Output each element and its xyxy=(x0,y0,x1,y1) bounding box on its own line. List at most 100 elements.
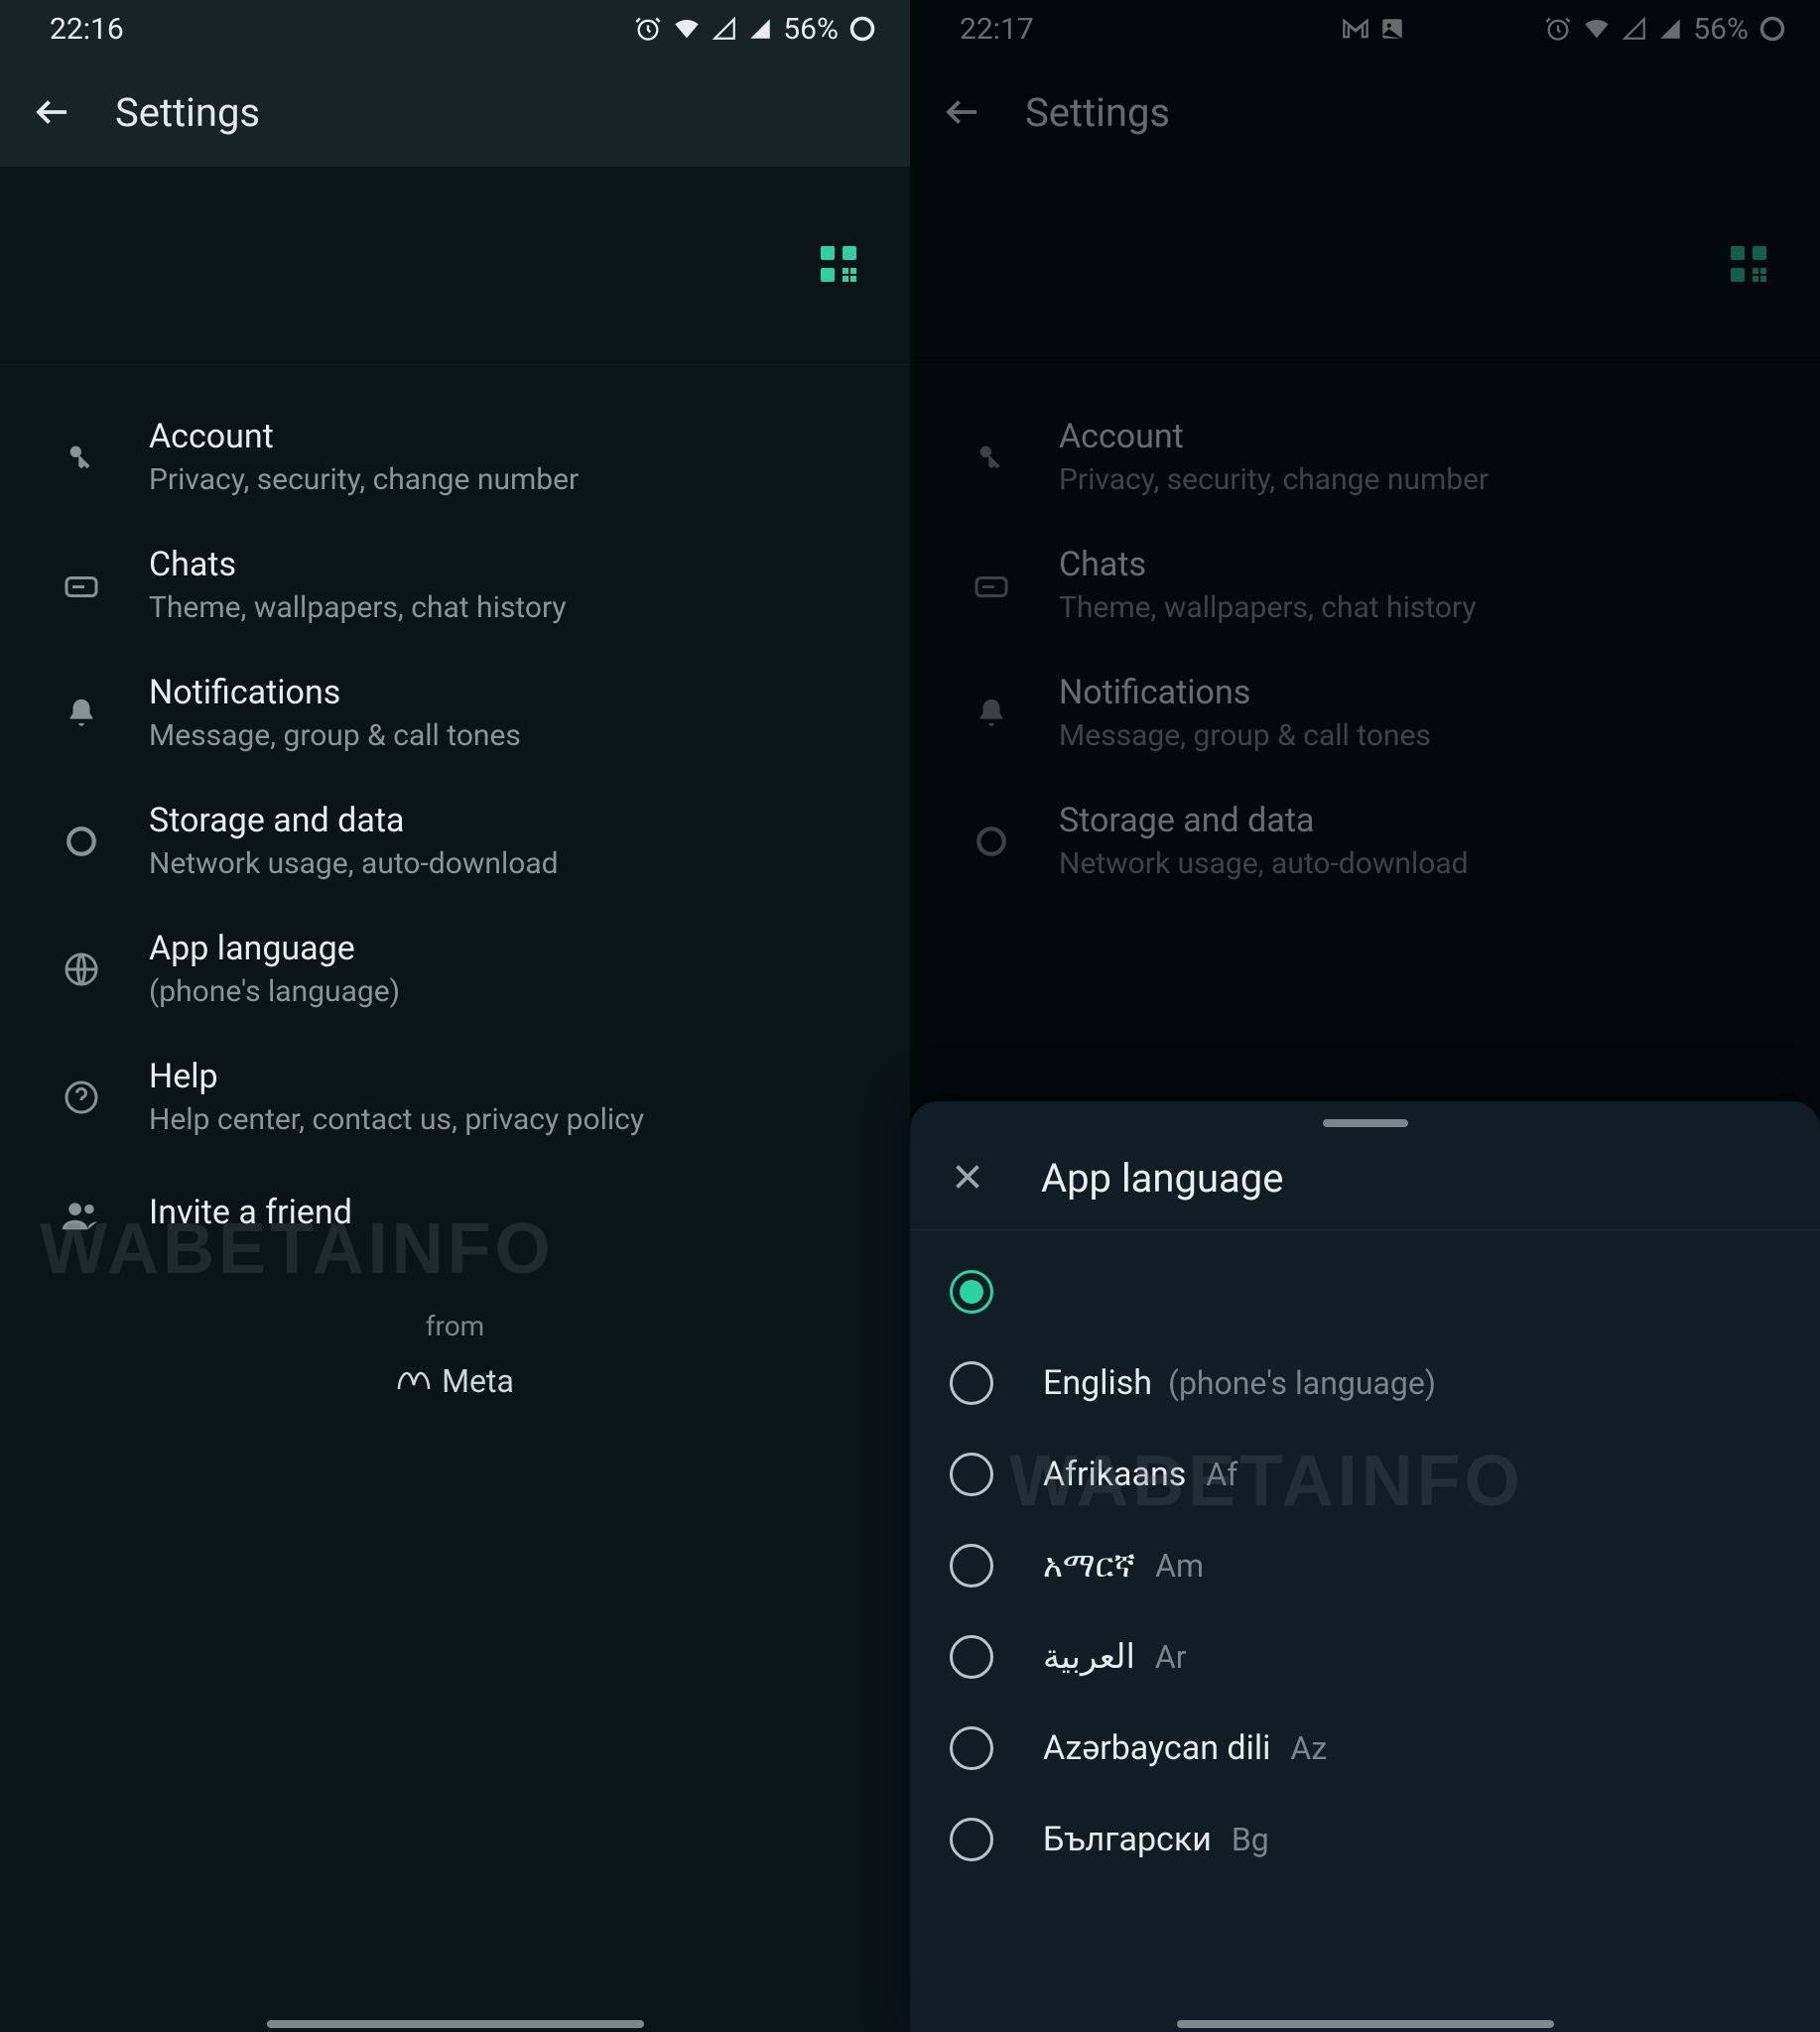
settings-item-chats[interactable]: Chats Theme, wallpapers, chat history xyxy=(0,521,910,649)
radio-icon xyxy=(950,1818,993,1861)
screenshot-right: 22:17 56% Settings Account Privacy, secur… xyxy=(910,0,1820,2032)
language-options: English (phone's language) Afrikaans Af … xyxy=(910,1230,1820,1901)
app-bar: Settings xyxy=(0,58,910,167)
qr-button[interactable] xyxy=(1725,240,1772,292)
radio-icon xyxy=(950,1726,993,1770)
settings-item-notifications[interactable]: NotificationsMessage, group & call tones xyxy=(910,649,1820,777)
item-title: Notifications xyxy=(149,673,880,712)
signal-icon-2 xyxy=(747,16,773,42)
item-title: Notifications xyxy=(1059,673,1790,712)
language-option[interactable] xyxy=(910,1246,1820,1337)
meta-icon xyxy=(396,1369,432,1393)
settings-item-storage[interactable]: Storage and data Network usage, auto-dow… xyxy=(0,777,910,905)
option-label: Azərbaycan dili xyxy=(1043,1728,1270,1768)
item-sub: Message, group & call tones xyxy=(149,718,880,753)
wifi-icon xyxy=(672,15,702,43)
option-label: English xyxy=(1043,1363,1152,1403)
arrow-left-icon xyxy=(942,91,983,133)
people-icon xyxy=(63,1201,100,1230)
option-sub: Ar xyxy=(1155,1638,1187,1676)
item-title: Account xyxy=(1059,417,1790,456)
item-title: Account xyxy=(149,417,880,456)
help-icon xyxy=(64,1080,99,1115)
item-title: Help xyxy=(149,1057,880,1096)
settings-item-account[interactable]: Account Privacy, security, change number xyxy=(0,393,910,521)
image-icon xyxy=(1379,16,1405,42)
settings-item-notifications[interactable]: Notifications Message, group & call tone… xyxy=(0,649,910,777)
radio-icon xyxy=(950,1270,993,1314)
app-bar: Settings xyxy=(910,58,1820,167)
close-icon xyxy=(950,1159,985,1195)
radio-icon xyxy=(950,1635,993,1679)
option-label: Български xyxy=(1043,1820,1212,1859)
option-sub: Bg xyxy=(1232,1821,1269,1858)
nav-handle[interactable] xyxy=(1177,2020,1554,2028)
option-sub: Af xyxy=(1206,1456,1237,1493)
settings-item-help[interactable]: Help Help center, contact us, privacy po… xyxy=(0,1033,910,1161)
battery-circle-icon xyxy=(1758,15,1786,43)
status-icons: 56% xyxy=(634,12,876,47)
item-title: App language xyxy=(149,929,880,968)
language-option[interactable]: العربية Ar xyxy=(910,1611,1820,1703)
alarm-icon xyxy=(634,15,662,43)
back-button[interactable] xyxy=(940,89,985,135)
key-icon xyxy=(65,441,98,474)
footer: from Meta xyxy=(0,1310,910,1400)
chat-icon xyxy=(974,571,1009,600)
back-button[interactable] xyxy=(30,89,75,135)
language-option[interactable]: Azərbaycan dili Az xyxy=(910,1703,1820,1794)
gmail-icon xyxy=(1342,18,1369,40)
language-sheet: App language English (phone's language) … xyxy=(910,1101,1820,2032)
battery-circle-icon xyxy=(848,15,876,43)
qr-button[interactable] xyxy=(815,240,862,292)
option-sub: Az xyxy=(1290,1729,1327,1767)
alarm-icon xyxy=(1544,15,1572,43)
chat-icon xyxy=(64,571,99,600)
radio-icon xyxy=(950,1453,993,1496)
option-sub: Am xyxy=(1155,1547,1204,1585)
item-sub: Privacy, security, change number xyxy=(1059,462,1790,497)
option-label: العربية xyxy=(1043,1637,1135,1677)
language-option[interactable]: Български Bg xyxy=(910,1794,1820,1885)
signal-icon xyxy=(1622,16,1647,42)
item-sub: Theme, wallpapers, chat history xyxy=(1059,590,1790,625)
bell-icon xyxy=(65,697,98,730)
settings-item-language[interactable]: App language (phone's language) xyxy=(0,905,910,1033)
arrow-left-icon xyxy=(32,91,73,133)
item-sub: Network usage, auto-download xyxy=(1059,846,1790,881)
settings-list: Account Privacy, security, change number… xyxy=(0,365,910,1270)
settings-item-storage[interactable]: Storage and data Network usage, auto-down… xyxy=(910,777,1820,905)
footer-brand: Meta xyxy=(442,1362,514,1400)
data-icon xyxy=(65,825,98,858)
radio-icon xyxy=(950,1361,993,1405)
sheet-handle[interactable] xyxy=(1323,1119,1408,1127)
nav-handle[interactable] xyxy=(267,2020,644,2028)
settings-list: AccountPrivacy, security, change number … xyxy=(910,365,1820,905)
bell-icon xyxy=(975,697,1008,730)
language-option[interactable]: English (phone's language) xyxy=(910,1337,1820,1429)
option-label: Afrikaans xyxy=(1043,1455,1186,1494)
sheet-title: App language xyxy=(1041,1155,1283,1202)
globe-icon xyxy=(64,952,99,987)
battery-text: 56% xyxy=(1693,12,1749,47)
settings-item-account[interactable]: Account Privacy, security, change number xyxy=(910,393,1820,521)
data-icon xyxy=(975,825,1008,858)
close-button[interactable] xyxy=(950,1159,985,1199)
language-option[interactable]: አማርኛ Am xyxy=(910,1520,1820,1611)
item-sub: Network usage, auto-download xyxy=(149,846,880,881)
option-sub: (phone's language) xyxy=(1168,1364,1436,1402)
radio-icon xyxy=(950,1544,993,1588)
signal-icon xyxy=(712,16,737,42)
battery-text: 56% xyxy=(783,12,839,47)
settings-item-invite[interactable]: Invite a friend xyxy=(0,1161,910,1270)
status-bar: 22:17 56% xyxy=(910,0,1820,58)
footer-from: from xyxy=(0,1310,910,1342)
settings-item-chats[interactable]: ChatsTheme, wallpapers, chat history xyxy=(910,521,1820,649)
status-time: 22:16 xyxy=(50,12,124,47)
item-sub: Theme, wallpapers, chat history xyxy=(149,590,880,625)
item-title: Chats xyxy=(149,545,880,584)
status-icons: 56% xyxy=(1342,12,1786,47)
wifi-icon xyxy=(1582,15,1612,43)
item-title: Storage and data xyxy=(1059,801,1790,840)
language-option[interactable]: Afrikaans Af xyxy=(910,1429,1820,1520)
